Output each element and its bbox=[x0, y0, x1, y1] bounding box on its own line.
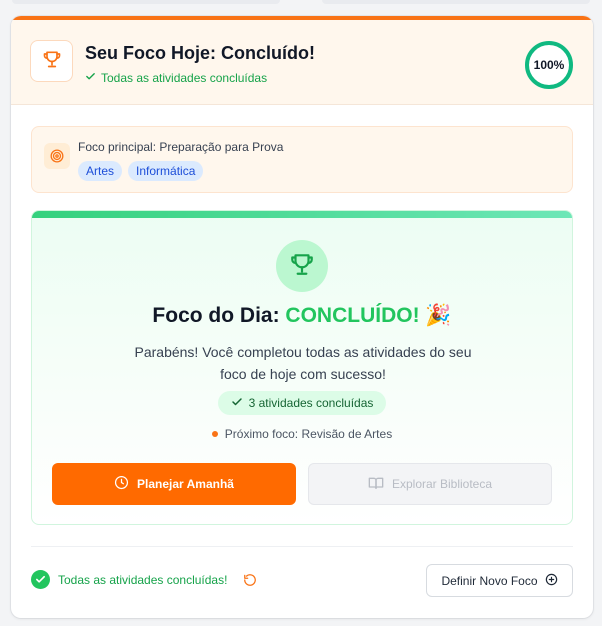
page-title: Seu Foco Hoje: Concluído! bbox=[85, 43, 315, 63]
activities-badge-text: 3 atividades concluídas bbox=[248, 396, 374, 410]
next-focus: Próximo foco: Revisão de Artes bbox=[32, 427, 572, 441]
background-card-edge bbox=[322, 0, 590, 4]
subject-tags: Artes Informática bbox=[78, 161, 204, 181]
plan-tomorrow-label: Planejar Amanhã bbox=[137, 477, 234, 491]
background-card-edge bbox=[12, 0, 280, 4]
plan-tomorrow-button[interactable]: Planejar Amanhã bbox=[52, 463, 296, 505]
refresh-icon[interactable] bbox=[243, 573, 257, 587]
footer-divider bbox=[31, 546, 573, 547]
tag-artes: Artes bbox=[78, 161, 123, 181]
header-status-text: Todas as atividades concluídas bbox=[101, 71, 268, 85]
activities-badge: 3 atividades concluídas bbox=[218, 391, 386, 415]
target-icon bbox=[44, 143, 70, 169]
completion-message: Parabéns! Você completou todas as ativid… bbox=[134, 344, 472, 382]
dot-icon bbox=[211, 431, 218, 437]
trophy-icon bbox=[42, 49, 62, 74]
new-focus-button[interactable]: Definir Novo Foco bbox=[426, 564, 573, 597]
explore-library-button[interactable]: Explorar Biblioteca bbox=[308, 463, 552, 505]
completion-title: Foco do Dia: CONCLUÍDO! 🎉 bbox=[32, 304, 572, 328]
book-icon bbox=[368, 475, 384, 494]
header-trophy-badge bbox=[30, 40, 73, 82]
tag-informatica: Informática bbox=[128, 161, 204, 181]
next-focus-text: Próximo foco: Revisão de Artes bbox=[224, 427, 393, 441]
daily-focus-card: Seu Foco Hoje: Concluído! Todas as ativi… bbox=[11, 16, 593, 618]
main-focus-label: Foco principal: Preparação para Prova bbox=[78, 140, 284, 154]
party-emoji: 🎉 bbox=[425, 304, 452, 327]
completion-bar bbox=[32, 211, 572, 218]
completion-trophy-badge bbox=[276, 240, 328, 292]
plus-circle-icon bbox=[545, 573, 558, 589]
header-status: Todas as atividades concluídas bbox=[85, 71, 267, 85]
footer-status: Todas as atividades concluídas! bbox=[31, 570, 257, 589]
progress-percentage: 100% bbox=[533, 58, 565, 72]
card-header: Seu Foco Hoje: Concluído! Todas as ativi… bbox=[11, 20, 593, 105]
trophy-icon bbox=[289, 251, 315, 282]
check-circle-icon bbox=[31, 570, 50, 589]
clock-icon bbox=[114, 475, 129, 493]
completion-panel: Foco do Dia: CONCLUÍDO! 🎉 Parabéns! Você… bbox=[31, 210, 573, 525]
main-focus-box: Foco principal: Preparação para Prova Ar… bbox=[31, 126, 573, 193]
completion-title-highlight: CONCLUÍDO! bbox=[285, 304, 420, 327]
progress-ring: 100% bbox=[524, 40, 574, 90]
explore-library-label: Explorar Biblioteca bbox=[391, 477, 493, 491]
new-focus-label: Definir Novo Foco bbox=[441, 573, 538, 588]
check-icon bbox=[231, 396, 243, 411]
footer-status-text: Todas as atividades concluídas! bbox=[58, 572, 228, 587]
check-icon bbox=[85, 71, 96, 85]
completion-title-prefix: Foco do Dia: bbox=[152, 304, 286, 327]
